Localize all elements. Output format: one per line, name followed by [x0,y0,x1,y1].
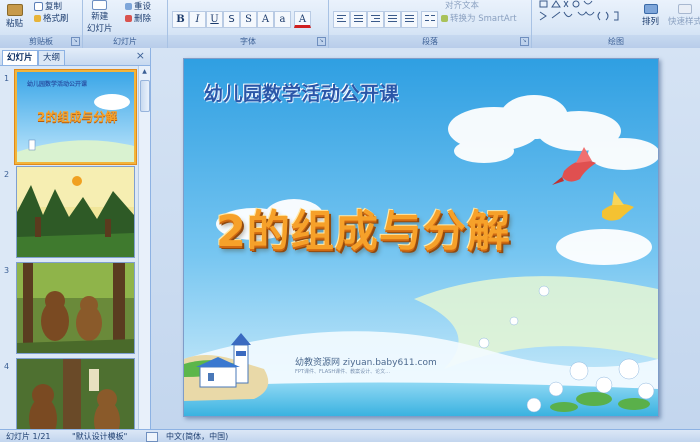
delete-icon [125,14,132,22]
slide-heading[interactable]: 2的组成与分解 [216,197,511,259]
scrollbar-thumb[interactable] [140,80,150,112]
reset-button[interactable]: 重设 [125,0,151,12]
font-group: B I U S S A a A 字体 ↘ [168,0,329,48]
copy-label: 复制 [45,2,63,12]
convert-smartart-label: 转换为 SmartArt [450,14,517,24]
new-slide-label-2: 幻灯片 [87,24,113,34]
shapes-gallery[interactable] [538,0,630,22]
slide-counter: 幻灯片 1/21 [6,432,51,441]
paste-icon [6,4,23,16]
slide-thumbnail-2[interactable] [16,166,135,258]
new-slide-button[interactable]: 新建 幻灯片 [87,0,113,34]
thumbnail-4-image [17,359,134,429]
pane-tabs: 幻灯片 大纲 × [0,48,150,66]
change-case-button[interactable]: a [274,11,291,28]
slide-thumbnail-1[interactable]: 幼儿园数学活动公开课 2的组成与分解 [15,70,136,164]
convert-smartart-button[interactable]: 转换为 SmartArt [441,12,517,24]
underline-button[interactable]: U [206,11,223,28]
delete-slide-button[interactable]: 删除 [125,12,151,24]
font-group-label: 字体 [168,35,328,48]
reset-icon [125,2,132,10]
paragraph-group: 对齐文本 转换为 SmartArt 段落 ↘ [329,0,532,48]
thumbnail-1-title: 幼儿园数学活动公开课 [27,81,88,88]
arrange-label: 排列 [642,17,660,27]
font-color-button[interactable]: A [294,11,311,28]
tab-slides[interactable]: 幻灯片 [2,50,38,65]
format-painter-button[interactable]: 格式刷 [34,12,69,24]
arrange-button[interactable]: 排列 [642,4,659,27]
slide-watermark-sub: FPT课件、FLASH课件、教案设计、论文… [295,369,391,375]
ribbon: 粘贴 复制 格式刷 剪贴板 ↘ 新建 幻灯片 重设 删除 幻灯片 B I U S… [0,0,700,49]
font-launcher-icon[interactable]: ↘ [317,37,326,46]
columns-button[interactable] [421,11,438,28]
thumbnail-2-image [17,167,134,257]
justify-button[interactable] [384,11,401,28]
shadow-button[interactable]: S [240,11,257,28]
copy-button[interactable]: 复制 [34,0,62,12]
strikethrough-button[interactable]: S [223,11,240,28]
italic-button[interactable]: I [189,11,206,28]
copy-icon [34,1,43,11]
thumbnail-number: 3 [4,266,10,275]
drawing-group-label: 绘图 [532,35,700,48]
slide-thumbnail-3[interactable] [16,262,135,354]
thumbnail-number: 1 [4,74,10,83]
paste-label: 粘贴 [6,19,24,29]
delete-label: 删除 [134,14,152,24]
thumbnail-scrollbar[interactable]: ▲ [138,66,150,429]
slides-group-label: 幻灯片 [83,35,167,48]
paste-button[interactable]: 粘贴 [6,4,23,29]
slide-canvas[interactable]: 幼儿园数学活动公开课 2的组成与分解 幼教资源网 ziyuan.baby611.… [183,58,659,417]
thumbnail-1-heading: 2的组成与分解 [37,110,118,124]
thumbnail-number: 2 [4,170,10,179]
align-left-button[interactable] [333,11,350,28]
align-text-label: 对齐文本 [445,1,480,11]
quick-styles-icon [678,4,692,14]
quick-styles-button[interactable]: 快速样式 [668,4,700,27]
clipboard-launcher-icon[interactable]: ↘ [71,37,80,46]
clipboard-group-label: 剪贴板 [0,35,82,48]
format-painter-icon [34,14,41,22]
spacing-button[interactable]: A [257,11,274,28]
close-pane-icon[interactable]: × [136,49,145,62]
language-indicator[interactable]: 中文(简体，中国) [166,431,228,442]
new-slide-label-1: 新建 [91,12,109,22]
bold-button[interactable]: B [172,11,189,28]
slides-pane: 幻灯片 大纲 × 1 幼儿园数学活动公开课 2的组成与分解 2 3 4 ▲ [0,48,151,429]
smartart-icon [441,14,448,22]
new-slide-icon [92,0,108,10]
tab-outline[interactable]: 大纲 [38,50,66,65]
thumbnail-list: 1 幼儿园数学活动公开课 2的组成与分解 2 3 4 [0,66,138,429]
paragraph-launcher-icon[interactable]: ↘ [520,37,529,46]
scroll-up-icon[interactable]: ▲ [140,67,149,76]
quick-styles-label: 快速样式 [668,17,700,27]
drawing-group: 排列 快速样式 绘图 [532,0,700,48]
slide-title[interactable]: 幼儿园数学活动公开课 [204,79,399,106]
align-center-button[interactable] [350,11,367,28]
slide-thumbnail-4[interactable] [16,358,135,429]
thumbnail-3-image [17,263,134,353]
paragraph-group-label: 段落 [329,35,531,48]
thumbnail-number: 4 [4,362,10,371]
clipboard-group: 粘贴 复制 格式刷 剪贴板 ↘ [0,0,83,48]
theme-name: "默认设计模板" [72,432,128,441]
arrange-icon [643,4,658,14]
slides-group: 新建 幻灯片 重设 删除 幻灯片 [83,0,168,48]
reset-label: 重设 [134,2,152,12]
distributed-button[interactable] [401,11,418,28]
slide-watermark: 幼教资源网 ziyuan.baby611.com [295,358,437,368]
align-right-button[interactable] [367,11,384,28]
align-text-button[interactable]: 对齐文本 [445,0,479,11]
status-bar: 幻灯片 1/21 "默认设计模板" 中文(简体，中国) [0,429,700,442]
format-painter-label: 格式刷 [43,14,69,24]
